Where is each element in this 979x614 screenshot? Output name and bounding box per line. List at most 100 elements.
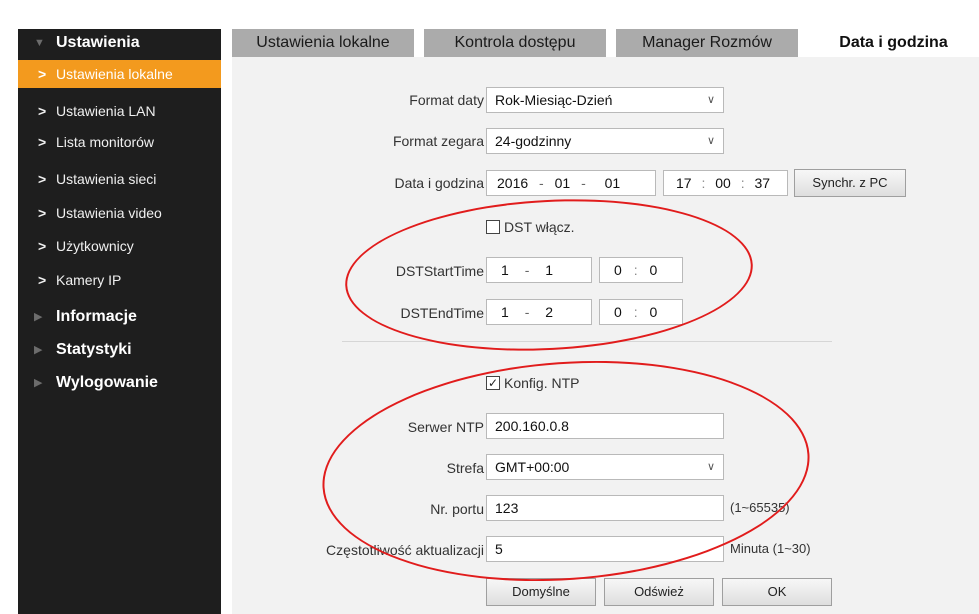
dst-end-minute: 0	[649, 304, 658, 320]
dst-end-month: 1	[501, 304, 509, 320]
clock-format-label: Format zegara	[392, 133, 484, 149]
chevron-right-icon: >	[38, 205, 47, 221]
clock-format-value: 24-godzinny	[495, 133, 572, 149]
sidebar-group-label: Ustawienia	[56, 34, 140, 51]
expand-triangle-icon: ▶	[34, 344, 43, 356]
chevron-right-icon: >	[38, 171, 47, 187]
dst-start-time-input[interactable]: 0 : 0	[599, 257, 683, 283]
chevron-right-icon: >	[38, 66, 47, 82]
ntp-label: Konfig. NTP	[504, 375, 580, 391]
sidebar-item-local-settings[interactable]: > Ustawienia lokalne	[18, 60, 221, 88]
dst-start-label: DSTStartTime	[395, 263, 484, 279]
port-range-hint: (1~65535)	[730, 500, 790, 515]
ntp-server-input[interactable]: 200.160.0.8	[486, 413, 724, 439]
chevron-down-icon: ∨	[706, 135, 715, 147]
tab-bar: Ustawienia lokalne Kontrola dostępu Mana…	[232, 29, 979, 57]
timezone-value: GMT+00:00	[495, 459, 570, 475]
tab-access-control[interactable]: Kontrola dostępu	[424, 29, 606, 57]
sidebar-item-label: Użytkownicy	[56, 238, 134, 254]
sidebar-item-label: Lista monitorów	[56, 134, 155, 150]
dst-label: DST włącz.	[504, 219, 575, 235]
expand-triangle-icon: ▶	[34, 377, 43, 389]
sidebar-item-label: Ustawienia sieci	[56, 171, 157, 187]
chevron-right-icon: >	[38, 238, 47, 254]
tab-local-settings[interactable]: Ustawienia lokalne	[232, 29, 414, 57]
sidebar-item-monitor-list[interactable]: > Lista monitorów	[18, 128, 221, 156]
dst-checkbox[interactable]	[486, 220, 500, 234]
month-value: 01	[554, 175, 571, 191]
dst-start-hour: 0	[614, 262, 622, 278]
date-format-label: Format daty	[409, 92, 484, 108]
timezone-select[interactable]: GMT+00:00 ∨	[486, 454, 724, 480]
second-value: 37	[754, 175, 771, 191]
chevron-down-icon: ∨	[706, 461, 715, 473]
minute-value: 00	[715, 175, 731, 191]
date-separator: -	[524, 262, 530, 278]
time-separator: :	[740, 175, 745, 191]
dst-end-label: DSTEndTime	[400, 305, 484, 321]
sidebar-item-label: Kamery IP	[56, 272, 122, 288]
port-label: Nr. portu	[430, 501, 484, 517]
date-time-panel: Format daty Rok-Miesiąc-Dzień ∨ Format z…	[232, 57, 979, 614]
dst-start-day: 1	[545, 262, 554, 278]
sidebar-item-label: Ustawienia lokalne	[56, 66, 173, 82]
tab-date-time[interactable]: Data i godzina	[808, 29, 979, 57]
time-separator: :	[701, 175, 706, 191]
datetime-label: Data i godzina	[394, 175, 484, 191]
time-input[interactable]: 17 : 00 : 37	[663, 170, 788, 196]
sync-pc-button[interactable]: Synchr. z PC	[794, 169, 906, 197]
sidebar-item-users[interactable]: > Użytkownicy	[18, 232, 221, 260]
sidebar-group-label: Informacje	[56, 308, 137, 325]
sidebar-group-statistics[interactable]: ▶ Statystyki	[18, 336, 221, 364]
ok-button[interactable]: OK	[722, 578, 832, 606]
sidebar-item-label: Ustawienia video	[56, 205, 162, 221]
sidebar-group-logout[interactable]: ▶ Wylogowanie	[18, 369, 221, 397]
dst-start-date-input[interactable]: 1 - 1	[486, 257, 592, 283]
sidebar-group-information[interactable]: ▶ Informacje	[18, 303, 221, 331]
dst-end-hour: 0	[614, 304, 622, 320]
port-input[interactable]: 123	[486, 495, 724, 521]
update-interval-label: Częstotliwość aktualizacji	[326, 542, 484, 558]
chevron-right-icon: >	[38, 103, 47, 119]
sidebar-group-settings[interactable]: ▼ Ustawienia	[18, 29, 221, 57]
day-value: 01	[604, 175, 621, 191]
date-separator: -	[581, 175, 586, 191]
refresh-button[interactable]: Odśwież	[604, 578, 714, 606]
sidebar-item-lan-settings[interactable]: > Ustawienia LAN	[18, 97, 221, 125]
sidebar-group-label: Wylogowanie	[56, 374, 158, 391]
collapse-triangle-icon: ▼	[34, 37, 45, 49]
date-separator: -	[539, 175, 544, 191]
date-format-value: Rok-Miesiąc-Dzień	[495, 92, 613, 108]
tab-call-manager[interactable]: Manager Rozmów	[616, 29, 798, 57]
sidebar-item-network-settings[interactable]: > Ustawienia sieci	[18, 165, 221, 193]
date-input[interactable]: 2016 - 01 - 01	[486, 170, 656, 196]
update-interval-input[interactable]: 5	[486, 536, 724, 562]
time-separator: :	[633, 262, 638, 278]
sidebar: ▼ Ustawienia > Ustawienia lokalne > Usta…	[18, 29, 221, 614]
sidebar-group-label: Statystyki	[56, 341, 132, 358]
check-icon: ✓	[487, 376, 499, 390]
date-format-select[interactable]: Rok-Miesiąc-Dzień ∨	[486, 87, 724, 113]
expand-triangle-icon: ▶	[34, 311, 43, 323]
default-button[interactable]: Domyślne	[486, 578, 596, 606]
dst-start-month: 1	[501, 262, 509, 278]
chevron-right-icon: >	[38, 134, 47, 150]
time-separator: :	[633, 304, 638, 320]
dst-end-day: 2	[545, 304, 554, 320]
sidebar-item-label: Ustawienia LAN	[56, 103, 156, 119]
ntp-checkbox[interactable]: ✓	[486, 376, 500, 390]
chevron-right-icon: >	[38, 272, 47, 288]
dst-end-date-input[interactable]: 1 - 2	[486, 299, 592, 325]
date-separator: -	[524, 304, 530, 320]
sidebar-item-ip-cameras[interactable]: > Kamery IP	[18, 266, 221, 294]
section-divider	[342, 341, 832, 342]
timezone-label: Strefa	[446, 460, 484, 476]
chevron-down-icon: ∨	[706, 94, 715, 106]
update-interval-hint: Minuta (1~30)	[730, 541, 811, 556]
sidebar-item-video-settings[interactable]: > Ustawienia video	[18, 199, 221, 227]
year-value: 2016	[497, 175, 529, 191]
dst-end-time-input[interactable]: 0 : 0	[599, 299, 683, 325]
clock-format-select[interactable]: 24-godzinny ∨	[486, 128, 724, 154]
ntp-server-label: Serwer NTP	[407, 419, 484, 435]
dst-start-minute: 0	[649, 262, 658, 278]
